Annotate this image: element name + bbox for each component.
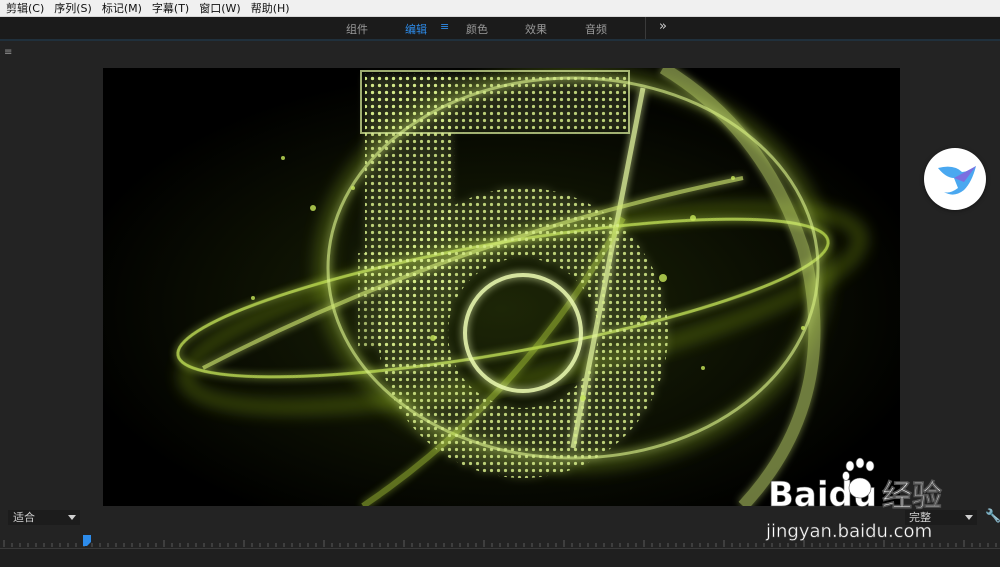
menu-bar: 剪辑(C) 序列(S) 标记(M) 字幕(T) 窗口(W) 帮助(H) bbox=[0, 0, 1000, 17]
menu-title[interactable]: 字幕(T) bbox=[146, 0, 193, 16]
menu-sequence[interactable]: 序列(S) bbox=[48, 0, 96, 16]
chevron-down-icon bbox=[68, 515, 76, 520]
countdown-frame-image bbox=[103, 68, 900, 506]
panel-top-border bbox=[0, 39, 1000, 41]
fit-zoom-dropdown[interactable]: 适合 bbox=[8, 510, 80, 525]
tab-audio[interactable]: 音频 bbox=[585, 21, 607, 37]
wrench-icon[interactable]: 🔧 bbox=[985, 509, 1000, 524]
floating-bird-button[interactable] bbox=[924, 148, 986, 210]
tab-editing[interactable]: 编辑 bbox=[405, 21, 427, 37]
menu-help[interactable]: 帮助(H) bbox=[245, 0, 294, 16]
tab-assembly[interactable]: 组件 bbox=[346, 21, 368, 37]
baidu-logo: Baidu 经验 jingyan.baidu.com bbox=[765, 457, 942, 542]
menu-marker[interactable]: 标记(M) bbox=[96, 0, 146, 16]
tab-effects[interactable]: 效果 bbox=[525, 21, 547, 37]
playhead-icon[interactable] bbox=[82, 534, 96, 548]
menu-clip[interactable]: 剪辑(C) bbox=[0, 0, 48, 16]
timeline-bottom-strip bbox=[0, 549, 1000, 567]
program-monitor-video[interactable] bbox=[103, 68, 900, 506]
panel-menu-icon[interactable]: ≡ bbox=[4, 47, 12, 58]
resolution-label: 完整 bbox=[909, 511, 931, 524]
time-ruler[interactable] bbox=[0, 538, 1000, 549]
baidu-brand-cn-text: 经验 bbox=[882, 479, 942, 514]
tab-color[interactable]: 颜色 bbox=[466, 21, 488, 37]
workspace-menu-icon[interactable]: ≡ bbox=[440, 20, 449, 33]
more-workspaces-icon[interactable]: » bbox=[659, 19, 667, 34]
workspace-divider bbox=[645, 17, 646, 39]
workspace-bar: 组件 编辑 ≡ 颜色 效果 音频 » bbox=[0, 17, 1000, 41]
resolution-dropdown[interactable]: 完整 bbox=[905, 510, 977, 525]
fit-zoom-label: 适合 bbox=[13, 511, 35, 524]
chevron-down-icon bbox=[965, 515, 973, 520]
bird-icon bbox=[938, 166, 976, 195]
menu-window[interactable]: 窗口(W) bbox=[193, 0, 244, 16]
